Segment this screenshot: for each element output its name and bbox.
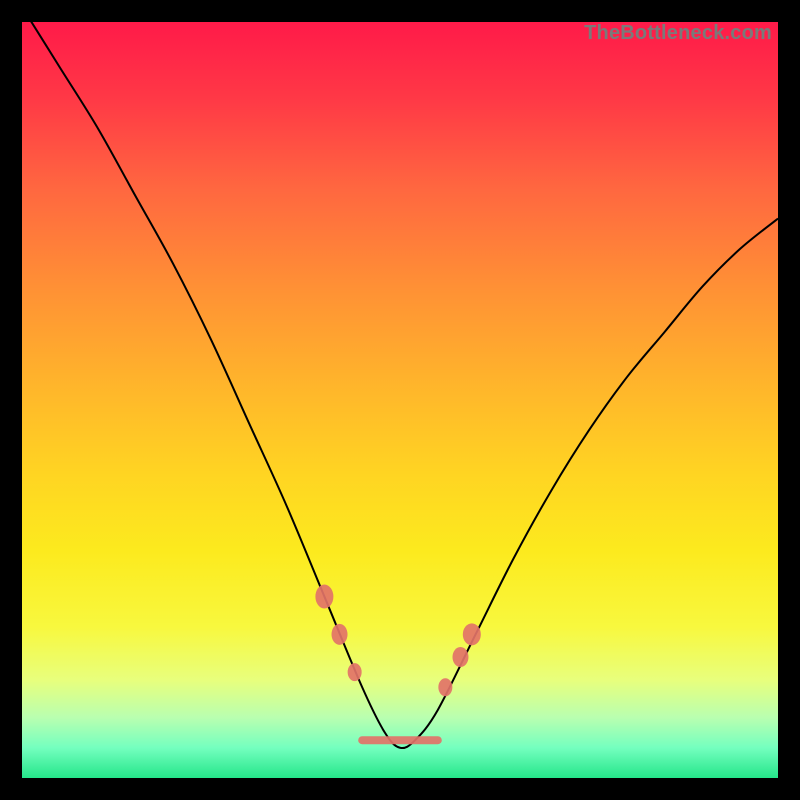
curve-marker-dot <box>315 585 333 609</box>
chart-plot-area: TheBottleneck.com <box>22 22 778 778</box>
curve-markers <box>315 585 480 741</box>
bottleneck-curve-svg <box>22 22 778 778</box>
curve-marker-dot <box>348 663 362 681</box>
curve-marker-dot <box>452 647 468 667</box>
curve-marker-dot <box>438 678 452 696</box>
curve-marker-dot <box>463 623 481 645</box>
bottleneck-curve-path <box>22 22 778 748</box>
curve-marker-dot <box>332 624 348 645</box>
